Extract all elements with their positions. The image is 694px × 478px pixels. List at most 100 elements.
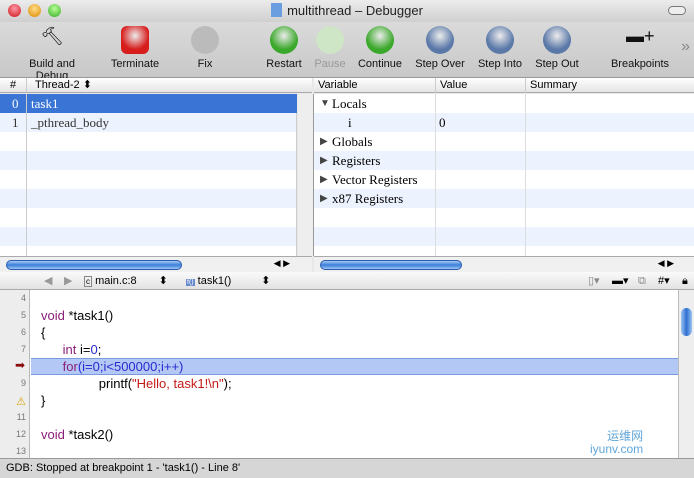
document-icon: [271, 3, 283, 17]
thread-name: _pthread_body: [31, 115, 109, 130]
file-popup[interactable]: c main.c:8 ⬍: [84, 272, 168, 291]
col-variable[interactable]: Variable: [314, 78, 358, 93]
watermark-logo: 运维网 iyunv.com: [590, 429, 644, 456]
variable-row[interactable]: ▶ x87 Registers: [314, 189, 694, 208]
variable-row[interactable]: ▶ Vector Registers: [314, 170, 694, 189]
tape-icon: [191, 26, 219, 54]
line-number: 13: [15, 446, 26, 456]
col-value[interactable]: Value: [435, 78, 467, 93]
code-line: }: [41, 393, 46, 408]
toolbar-label: Breakpoints: [610, 58, 670, 70]
line-number: 6: [20, 327, 26, 337]
function-name: task1(): [197, 275, 232, 287]
toolbar-overflow-icon[interactable]: »: [681, 38, 690, 56]
thread-row[interactable]: 0 task1: [0, 94, 297, 113]
continue-icon: [366, 26, 394, 54]
variable-row[interactable]: i0: [314, 113, 694, 132]
threads-list: 0 task1 1 _pthread_body: [0, 94, 297, 256]
disclosure-triangle-icon[interactable]: ▶: [320, 132, 328, 151]
toolbar-terminate-button[interactable]: Terminate: [95, 26, 175, 70]
hammer-icon: 🔨︎: [40, 26, 64, 46]
code-line: printf("Hello, task1!\n");: [41, 376, 232, 391]
step-into-icon: [486, 26, 514, 54]
col-summary[interactable]: Summary: [525, 78, 577, 93]
gutter[interactable]: 4 5 6 7 ➡ 9 ⚠ 11 12 13: [0, 290, 30, 458]
stop-octagon-icon: [121, 26, 149, 54]
code-editor[interactable]: 4 5 6 7 ➡ 9 ⚠ 11 12 13 void *task1() { int i=0; f…: [0, 290, 678, 458]
toolbar-breakpoints-button[interactable]: ▬+ Breakpoints: [600, 26, 680, 70]
scroll-arrows-icon[interactable]: ◀ ▶: [658, 258, 674, 269]
file-name: main.c:8: [95, 275, 137, 287]
zoom-button[interactable]: [48, 4, 61, 17]
line-number: 12: [15, 429, 26, 439]
line-number: 4: [20, 293, 26, 303]
toolbar-fix-button[interactable]: Fix: [165, 26, 245, 70]
disclosure-triangle-icon[interactable]: ▶: [320, 170, 328, 189]
line-number: 5: [20, 310, 26, 320]
breakpoints-icon: ▬+: [626, 26, 655, 46]
warning-icon: ⚠: [16, 396, 26, 408]
variable-row[interactable]: ▶ Registers: [314, 151, 694, 170]
step-out-icon: [543, 26, 571, 54]
variables-list: ▼ Locals i 0 ▶ Globals ▶ Registers ▶ Vector Regis…: [314, 94, 694, 256]
variable-name: Vector Registers: [332, 172, 418, 187]
variables-header: Variable Value Summary: [314, 78, 694, 93]
col-num[interactable]: #: [0, 78, 26, 93]
thread-name: task1: [31, 96, 59, 111]
variable-name: Globals: [332, 134, 373, 149]
variable-value: 0: [439, 115, 446, 130]
step-over-icon: [426, 26, 454, 54]
forward-arrow-icon[interactable]: ▶: [64, 272, 72, 290]
line-number: 9: [20, 378, 26, 388]
c-file-icon: c: [84, 276, 92, 287]
variable-name: Registers: [332, 153, 381, 168]
disclosure-triangle-icon[interactable]: ▼: [320, 94, 330, 113]
lock-icon[interactable]: 🔒︎: [682, 272, 688, 290]
line-number: 7: [20, 344, 26, 354]
variable-name: i: [348, 115, 352, 130]
variable-name: x87 Registers: [332, 191, 404, 206]
threads-header: # Thread-2 ⬍: [0, 78, 312, 93]
code-line: {: [41, 325, 46, 340]
code-line: for(i=0;i<500000;i++): [62, 359, 184, 374]
toolbar-label: Step Out: [535, 58, 579, 70]
disclosure-triangle-icon[interactable]: ▶: [320, 151, 328, 170]
thread-num: 0: [12, 96, 19, 111]
status-bar: GDB: Stopped at breakpoint 1 - 'task1() …: [0, 458, 694, 478]
thread-row[interactable]: 1 _pthread_body: [0, 113, 297, 132]
editor-vscroll[interactable]: [678, 290, 694, 458]
back-arrow-icon[interactable]: ◀: [44, 272, 52, 290]
breakpoint-arrow-icon: ➡: [14, 358, 25, 372]
scroll-arrows-icon[interactable]: ◀ ▶: [274, 258, 290, 269]
toolbar-label: Terminate: [110, 58, 160, 70]
variables-hscroll[interactable]: ◀ ▶: [314, 256, 694, 272]
threads-hscroll[interactable]: ◀ ▶: [0, 256, 312, 272]
toolbar-label: Fix: [197, 58, 213, 70]
toolbar-step-out-button[interactable]: Step Out: [517, 26, 597, 70]
function-icon: f(): [186, 279, 195, 286]
variable-row[interactable]: ▶ Globals: [314, 132, 694, 151]
toolbar: 🔨︎ Build and Debug Terminate Fix Restart Paus…: [0, 22, 694, 82]
editor-navbar: ◀ ▶ c main.c:8 ⬍ f() task1() ⬍ ▯▾ ▬▾ ⧉ #▾ …: [0, 272, 694, 290]
include-menu-icon[interactable]: #▾: [658, 272, 670, 290]
variable-name: Locals: [332, 96, 367, 111]
counterpart-icon[interactable]: ⧉: [638, 272, 646, 290]
toolbar-build-and-debug-button[interactable]: 🔨︎ Build and Debug: [12, 26, 92, 82]
minimize-button[interactable]: [28, 4, 41, 17]
close-button[interactable]: [8, 4, 21, 17]
line-number: 11: [16, 412, 26, 422]
code-line: void *task1(): [41, 308, 114, 323]
toolbar-toggle-button[interactable]: [668, 6, 686, 15]
window-title: multithread – Debugger: [287, 3, 423, 18]
bookmarks-icon[interactable]: ▯▾: [588, 272, 600, 290]
thread-num: 1: [12, 115, 19, 130]
function-popup[interactable]: f() task1() ⬍: [186, 272, 271, 292]
variable-row[interactable]: ▼ Locals: [314, 94, 694, 113]
code-line: void *task2(): [41, 427, 114, 442]
threads-vscroll[interactable]: [298, 94, 314, 256]
col-thread[interactable]: Thread-2 ⬍: [26, 78, 92, 93]
code-line: int i=0;: [62, 342, 102, 357]
breakpoints-menu-icon[interactable]: ▬▾: [612, 272, 629, 290]
disclosure-triangle-icon[interactable]: ▶: [320, 189, 328, 208]
title-bar: multithread – Debugger: [0, 0, 694, 22]
